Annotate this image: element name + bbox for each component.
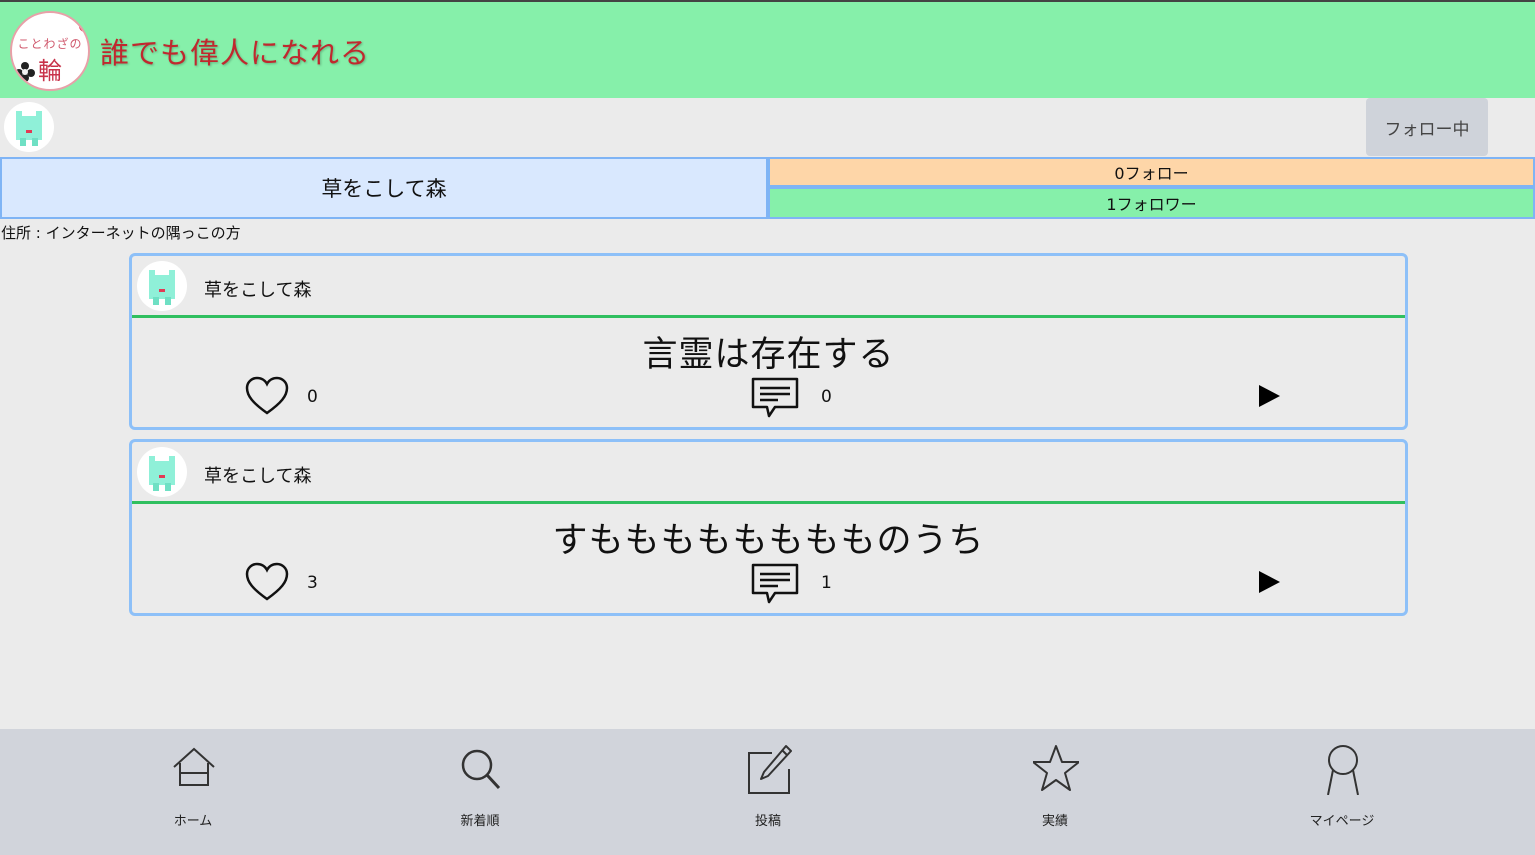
flower-icon (79, 20, 88, 32)
bottom-nav: ホーム 新着順 投稿 実績 マイページ (0, 729, 1535, 855)
follow-count[interactable]: 0フォロー (768, 157, 1535, 187)
comment-count: 1 (821, 573, 832, 593)
post-header: 草をこして森 (132, 442, 1405, 504)
nav-label: 投稿 (754, 814, 781, 829)
post-card[interactable]: 草をこして森 言霊は存在する 0 0 (129, 253, 1408, 430)
cat-avatar-icon (149, 270, 175, 305)
nav-label: 新着順 (460, 814, 500, 829)
person-icon (1327, 745, 1359, 795)
nav-label: 実績 (1041, 814, 1068, 829)
play-icon[interactable] (1256, 383, 1282, 409)
heart-icon[interactable] (245, 376, 289, 416)
profile-name: 草をこして森 (0, 157, 768, 219)
logo-top-text: ことわざの (17, 37, 83, 51)
star-icon (1033, 745, 1079, 791)
home-icon (173, 747, 215, 786)
post-author[interactable]: 草をこして森 (204, 276, 311, 302)
app-header: ことわざの 輪 誰でも偉人になれる (0, 0, 1535, 98)
heart-icon[interactable] (245, 562, 289, 602)
avatar[interactable] (137, 447, 187, 497)
like-count: 0 (307, 387, 318, 407)
post-author[interactable]: 草をこして森 (204, 462, 311, 488)
nav-item-mypage[interactable]: マイページ (1282, 729, 1402, 855)
flower-icon (15, 62, 35, 82)
cat-avatar-icon (16, 111, 42, 146)
nav-label: ホーム (173, 814, 213, 829)
nav-label: マイページ (1309, 814, 1375, 829)
nav-item-achievements[interactable]: 実績 (995, 729, 1115, 855)
following-button[interactable]: フォロー中 (1366, 98, 1488, 156)
play-icon[interactable] (1256, 569, 1282, 595)
post-header: 草をこして森 (132, 256, 1405, 318)
post-title: すもももももももものうち (552, 521, 985, 561)
comment-count: 0 (821, 387, 832, 407)
site-logo[interactable]: ことわざの 輪 (10, 11, 90, 91)
nav-item-home[interactable]: ホーム (133, 729, 253, 855)
profile-address: 住所 : インターネットの隅っこの方 (1, 224, 241, 242)
cat-avatar-icon (149, 456, 175, 491)
nav-item-post[interactable]: 投稿 (708, 729, 828, 855)
search-icon (461, 749, 501, 790)
like-count: 3 (307, 573, 318, 593)
comment-icon[interactable] (751, 562, 799, 606)
nav-item-new[interactable]: 新着順 (420, 729, 540, 855)
follower-count[interactable]: 1フォロワー (768, 187, 1535, 219)
site-title: 誰でも偉人になれる (100, 36, 371, 70)
edit-icon (748, 745, 792, 794)
avatar[interactable] (137, 261, 187, 311)
comment-icon[interactable] (751, 376, 799, 420)
post-card[interactable]: 草をこして森 すもももももももものうち 3 1 (129, 439, 1408, 616)
avatar[interactable] (4, 102, 54, 152)
post-title: 言霊は存在する (642, 335, 895, 375)
